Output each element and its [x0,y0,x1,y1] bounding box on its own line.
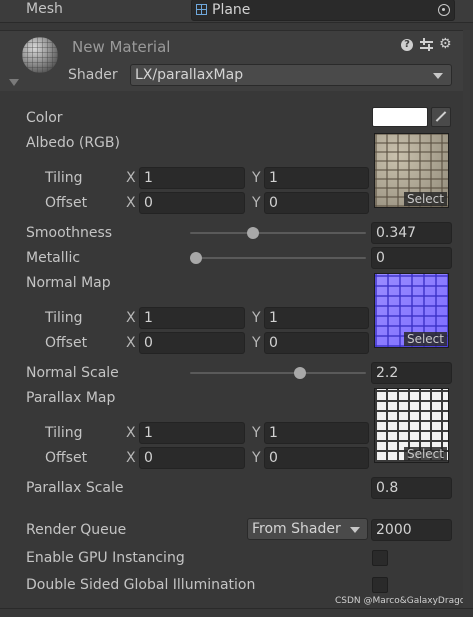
parallax-map-label: Parallax Map [26,390,116,406]
parallax-offset-y-axis: Y [252,450,261,466]
shader-value: LX/parallaxMap [135,67,244,83]
parallax-offset-label: Offset [45,450,88,466]
preset-icon[interactable] [420,38,433,51]
parallax-offset-x-axis: X [126,450,136,466]
normal-offset-label: Offset [45,335,88,351]
albedo-offset-y-axis: Y [252,195,261,211]
foldout-arrow-icon[interactable] [9,79,19,86]
albedo-tiling-label: Tiling [45,170,83,186]
eyedropper-icon[interactable] [431,107,451,127]
mesh-field[interactable]: Plane [191,0,455,21]
normal-tiling-x-axis: X [126,310,136,326]
gpu-instancing-checkbox[interactable] [372,550,388,566]
metallic-slider-track[interactable] [190,257,366,259]
normal-map-select-button[interactable]: Select [403,332,447,346]
albedo-offset-x-field[interactable]: 0 [139,192,245,214]
normal-offset-x-axis: X [126,335,136,351]
material-header: New Material Shader LX/parallaxMap ? ⚙ [0,30,463,91]
metallic-label: Metallic [26,250,81,266]
albedo-tiling-y-axis: Y [252,170,261,186]
parallax-tiling-x-field[interactable]: 1 [139,422,245,444]
parallax-scale-value-field[interactable]: 0.8 [371,477,452,499]
double-sided-gi-checkbox[interactable] [372,577,388,593]
smoothness-slider-track[interactable] [190,232,366,234]
parallax-tiling-x-axis: X [126,425,136,441]
color-swatch[interactable] [372,107,428,127]
normal-offset-x-field[interactable]: 0 [139,332,245,354]
normal-tiling-x-field[interactable]: 1 [139,307,245,329]
mesh-grid-icon [196,4,207,15]
chevron-down-icon [350,527,360,533]
shader-dropdown[interactable]: LX/parallaxMap [130,64,452,86]
parallax-map-texture-slot[interactable]: Select [374,388,449,463]
normal-map-texture-slot[interactable]: Select [374,273,449,348]
parallax-tiling-y-field[interactable]: 1 [264,422,369,444]
albedo-offset-x-axis: X [126,195,136,211]
mesh-row: Mesh Plane [0,0,473,23]
smoothness-label: Smoothness [26,225,113,241]
parallax-tiling-label: Tiling [45,425,83,441]
albedo-label: Albedo (RGB) [26,135,120,151]
settings-icon[interactable]: ⚙ [439,37,452,51]
render-queue-dropdown[interactable]: From Shader [247,518,368,540]
albedo-texture-slot[interactable]: Select [374,133,449,208]
normal-offset-y-field[interactable]: 0 [264,332,369,354]
normal-scale-slider-handle[interactable] [294,367,306,379]
scrollbar-track[interactable] [463,30,473,608]
chevron-down-icon [433,73,443,79]
albedo-offset-label: Offset [45,195,88,211]
mesh-label: Mesh [26,1,63,17]
albedo-select-button[interactable]: Select [403,192,447,206]
normal-tiling-label: Tiling [45,310,83,326]
parallax-scale-label: Parallax Scale [26,480,124,496]
gpu-instancing-label: Enable GPU Instancing [26,550,185,566]
normal-tiling-y-axis: Y [252,310,261,326]
render-queue-value-field[interactable]: 2000 [371,519,452,541]
parallax-offset-x-field[interactable]: 0 [139,447,245,469]
albedo-offset-y-field[interactable]: 0 [264,192,369,214]
albedo-tiling-x-axis: X [126,170,136,186]
parallax-tiling-y-axis: Y [252,425,261,441]
normal-scale-slider-track[interactable] [190,372,366,374]
material-sphere-icon [22,37,58,73]
help-icon[interactable]: ? [401,39,413,51]
albedo-tiling-x-field[interactable]: 1 [139,167,245,189]
normal-map-label: Normal Map [26,275,111,291]
normal-scale-label: Normal Scale [26,365,119,381]
smoothness-value-field[interactable]: 0.347 [371,222,452,244]
parallax-offset-y-field[interactable]: 0 [264,447,369,469]
render-queue-dropdown-value: From Shader [252,521,341,537]
metallic-value-field[interactable]: 0 [371,247,452,269]
albedo-tiling-y-field[interactable]: 1 [264,167,369,189]
bottom-divider [0,608,473,609]
material-name: New Material [72,38,171,56]
color-label: Color [26,110,63,126]
parallax-map-select-button[interactable]: Select [403,447,447,461]
mesh-value: Plane [212,2,251,18]
normal-tiling-y-field[interactable]: 1 [264,307,369,329]
object-picker-icon[interactable] [438,4,450,16]
metallic-slider-handle[interactable] [190,252,202,264]
shader-label: Shader [68,67,118,83]
normal-scale-value-field[interactable]: 2.2 [371,362,452,384]
watermark: CSDN @Marco&GalaxyDragon [335,596,472,606]
render-queue-label: Render Queue [26,522,127,538]
normal-offset-y-axis: Y [252,335,261,351]
smoothness-slider-handle[interactable] [247,227,259,239]
double-sided-gi-label: Double Sided Global Illumination [26,577,256,593]
